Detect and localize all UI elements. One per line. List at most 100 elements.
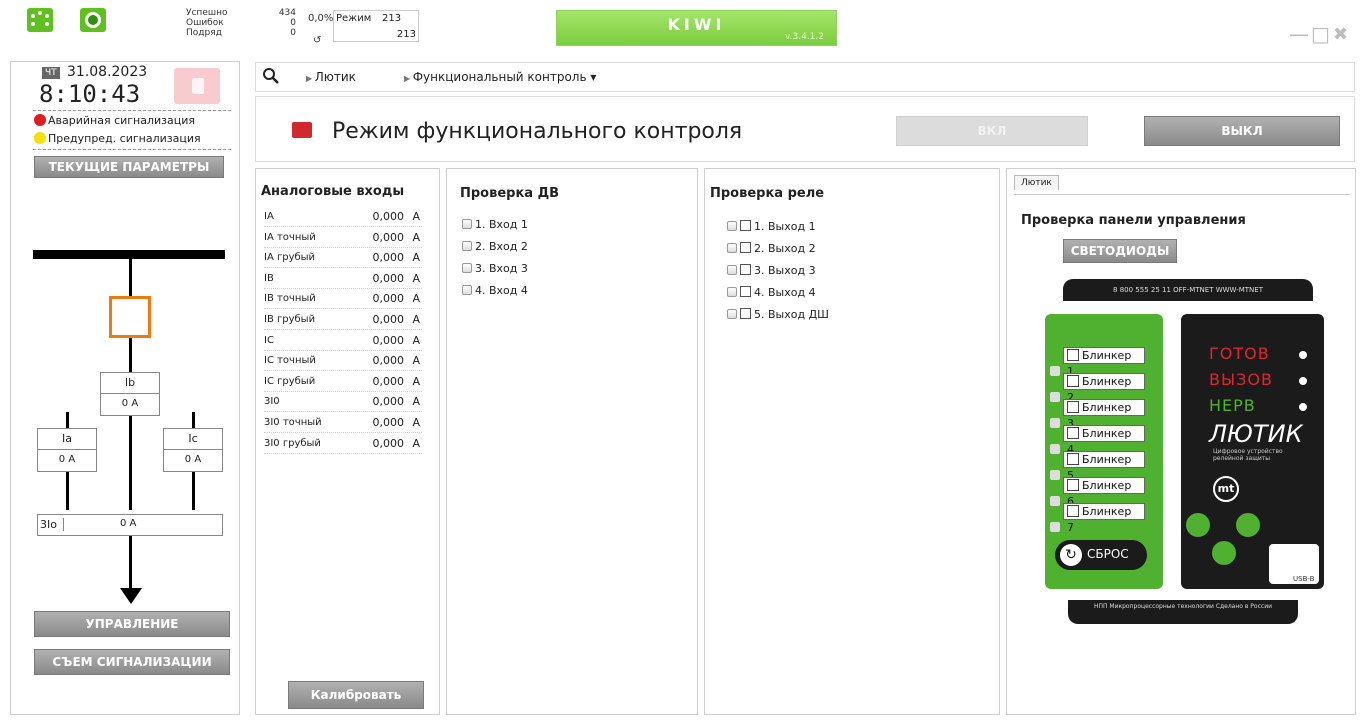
checkbox-icon[interactable] [727,221,737,231]
led-gotov-label: ГОТОВ [1209,344,1270,363]
checkbox-icon[interactable] [727,287,737,297]
relay-title: Проверка реле [710,186,825,201]
relay-panel: Проверка реле 1. Выход 1 2. Выход 2 3. Вых… [704,168,1000,715]
sensor-3io: 3Io 0 A [37,514,223,536]
dv-item[interactable]: 1. Вход 1 [462,218,528,231]
lock-icon[interactable] [174,68,220,104]
tab-lyutik[interactable]: Лютик [1014,175,1059,190]
toggle-checkbox-icon[interactable] [740,220,751,231]
analog-row: IA точный 0,000 A [264,228,422,248]
percent-value: 0,0% [308,13,334,24]
checkbox-icon[interactable] [1050,522,1060,532]
analog-row-value: 0,000 [372,210,405,223]
analog-row-unit: A [412,416,420,429]
mode-label: Режим [336,13,372,24]
checkbox-icon[interactable] [727,265,737,275]
checkbox-icon[interactable] [462,285,472,295]
analog-row-unit: A [412,374,420,388]
breadcrumb-functional[interactable]: ▶ Функциональный контроль ▾ [404,70,596,84]
toggle-checkbox-icon[interactable] [740,308,751,319]
analog-row-name: 3I0 [264,396,280,408]
dv-title: Проверка ДВ [460,186,560,201]
reset-button[interactable]: ↻ СБРОС [1055,540,1147,570]
line-main [129,338,132,372]
minimize-icon[interactable]: — [1289,22,1309,46]
power-off-icon[interactable] [1233,510,1263,540]
analog-row-unit: A [412,395,420,409]
stats-values: 434 0 0 [272,8,296,38]
contact-strip: 8 800 555 25 11 OFF-MTNET WWW-MTNET [1063,279,1313,301]
toggle-checkbox-icon[interactable] [1067,349,1079,361]
sensor-ia: Ia 0 A [37,428,97,472]
breaker-icon[interactable] [109,296,151,338]
blinker-item[interactable]: Блинкер 7 [1050,503,1145,534]
checkbox-icon[interactable] [462,219,472,229]
analog-row-value: 0,000 [372,374,405,388]
alarm-warning-label: Предупред. сигнализация [48,132,201,145]
toggle-checkbox-icon[interactable] [1067,427,1079,439]
relay-item[interactable]: 4. Выход 4 [727,286,816,299]
relay-item[interactable]: 2. Выход 2 [727,242,816,255]
switch-icon[interactable] [1209,538,1239,568]
spinner-icon[interactable] [27,8,53,32]
analog-row-name: IA точный [264,231,316,243]
alarm-emergency-label: Аварийная сигнализация [48,114,196,127]
search-icon[interactable] [262,67,280,88]
line-a [66,472,69,510]
analog-row-unit: A [412,354,420,368]
checkbox-icon[interactable] [727,243,737,253]
sensor-3io-label: 3Io [40,518,64,531]
analog-title: Аналоговые входы [261,184,405,199]
ok-label: Успешно [186,8,228,18]
analog-row-unit: A [412,230,420,244]
date-label: 31.08.2023 [67,64,148,80]
calibrate-button[interactable]: Калибровать [288,681,424,709]
on-button[interactable]: ВКЛ [896,116,1088,146]
dv-panel: Проверка ДВ 1. Вход 1 2. Вход 2 3. Вход 3 4… [446,168,698,715]
device-subtitle: Цифровое устройство релейной защиты [1213,448,1283,462]
control-button[interactable]: УПРАВЛЕНИЕ [34,611,230,637]
relay-item[interactable]: 3. Выход 3 [727,264,816,277]
dv-item[interactable]: 4. Вход 4 [462,284,528,297]
leds-button[interactable]: СВЕТОДИОДЫ [1063,239,1177,263]
time-label: 8:10:43 [39,80,141,108]
checkbox-icon[interactable] [462,241,472,251]
power-on-icon[interactable] [1183,510,1213,540]
row-value: 0 [290,28,296,38]
toggle-checkbox-icon[interactable] [740,264,751,275]
reset-label: СБРОС [1087,547,1129,561]
toggle-checkbox-icon[interactable] [740,242,751,253]
toggle-checkbox-icon[interactable] [1067,375,1079,387]
dv-item[interactable]: 2. Вход 2 [462,240,528,253]
toggle-checkbox-icon[interactable] [1067,479,1079,491]
toggle-checkbox-icon[interactable] [740,286,751,297]
close-icon[interactable]: ✖ [1333,24,1348,45]
relay-item[interactable]: 1. Выход 1 [727,220,816,233]
off-button[interactable]: ВЫКЛ [1144,116,1340,146]
alarm-warning: Предупред. сигнализация [34,132,201,145]
dv-item[interactable]: 3. Вход 3 [462,262,528,275]
analog-row: IB точный 0,000 A [264,289,422,310]
toggle-checkbox-icon[interactable] [1067,505,1079,517]
reset-alarm-button[interactable]: СЪЕМ СИГНАЛИЗАЦИИ [34,649,230,675]
current-params-button[interactable]: ТЕКУЩИЕ ПАРАМЕТРЫ [34,156,224,178]
breadcrumb-lyutik[interactable]: ▶ Лютик [306,70,356,84]
sensor-ic: Ic 0 A [163,428,223,472]
bus-bar [33,250,225,259]
checkbox-icon[interactable] [727,309,737,319]
analog-row-value: 0,000 [372,333,405,347]
refresh-icon[interactable]: ↺ [313,36,321,46]
toggle-checkbox-icon[interactable] [1067,453,1079,465]
analog-row: IA 0,000 A [264,207,422,227]
alarm-yellow-indicator [34,132,46,144]
relay-item[interactable]: 5. Выход ДШ [727,308,829,321]
maximize-icon[interactable]: □ [1311,22,1330,46]
panel-title: Проверка панели управления [1021,213,1246,228]
toggle-checkbox-icon[interactable] [1067,401,1079,413]
analog-row-unit: A [412,251,420,265]
checkbox-icon[interactable] [462,263,472,273]
analog-row-value: 0,000 [372,436,405,450]
dv-item-label: 3. Вход 3 [475,262,528,275]
version-label: v.3.4.1.2 [785,32,824,42]
record-icon[interactable] [80,8,106,32]
